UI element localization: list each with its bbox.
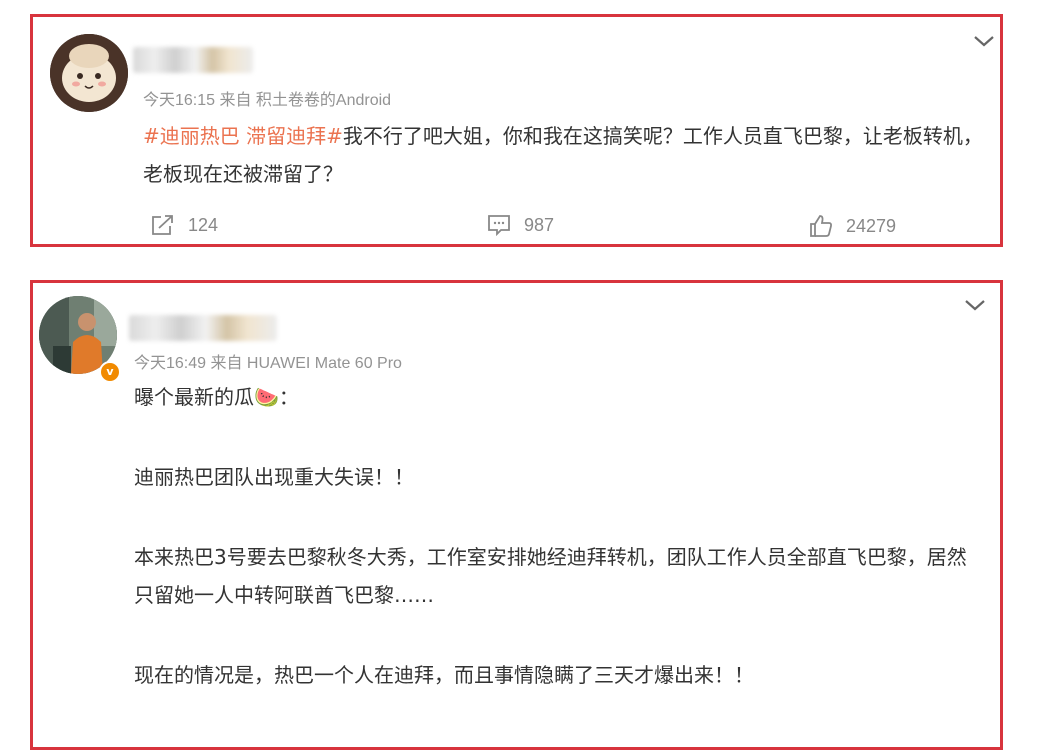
post-paragraph: 迪丽热巴团队出现重大失误！！ <box>134 465 414 489</box>
comment-button[interactable]: 987 <box>486 213 554 237</box>
weibo-post-1: 今天16:15 来自 积土卷卷的Android #迪丽热巴 滞留迪拜#我不行了吧… <box>30 14 1003 247</box>
share-icon <box>152 215 173 235</box>
username-blurred[interactable] <box>133 47 253 73</box>
user-avatar[interactable] <box>50 34 128 112</box>
repost-button[interactable]: 124 <box>150 213 218 237</box>
post-text: #迪丽热巴 滞留迪拜#我不行了吧大姐，你和我在这搞笑呢？工作人员直飞巴黎，让老板… <box>143 117 993 193</box>
chevron-down-icon[interactable] <box>963 296 987 314</box>
like-icon <box>810 215 832 237</box>
post-paragraph: 现在的情况是，热巴一个人在迪拜，而且事情隐瞒了三天才爆出来！！ <box>134 663 754 687</box>
chevron-down-icon[interactable] <box>972 32 996 50</box>
post-paragraph: 曝个最新的瓜🍉： <box>134 385 299 409</box>
post-paragraph: 本来热巴3号要去巴黎秋冬大秀，工作室安排她经迪拜转机，团队工作人员全部直飞巴黎，… <box>134 545 967 607</box>
like-button[interactable]: 24279 <box>808 213 896 239</box>
verified-badge-icon: v <box>99 361 121 383</box>
comment-count: 987 <box>524 214 555 235</box>
repost-count: 124 <box>188 214 219 235</box>
post-text: 曝个最新的瓜🍉： 迪丽热巴团队出现重大失误！！ 本来热巴3号要去巴黎秋冬大秀，工… <box>134 378 984 736</box>
comment-icon <box>488 215 510 237</box>
post-meta: 今天16:49 来自 HUAWEI Mate 60 Pro <box>134 355 402 372</box>
weibo-post-2: v 今天16:49 来自 HUAWEI Mate 60 Pro 曝个最新的瓜🍉：… <box>30 280 1003 750</box>
avatar-illustration <box>50 34 128 112</box>
hashtag-link[interactable]: #迪丽热巴 滞留迪拜# <box>143 124 343 148</box>
like-count: 24279 <box>846 215 897 236</box>
post-meta: 今天16:15 来自 积土卷卷的Android <box>143 92 392 109</box>
username-blurred[interactable] <box>129 315 277 341</box>
